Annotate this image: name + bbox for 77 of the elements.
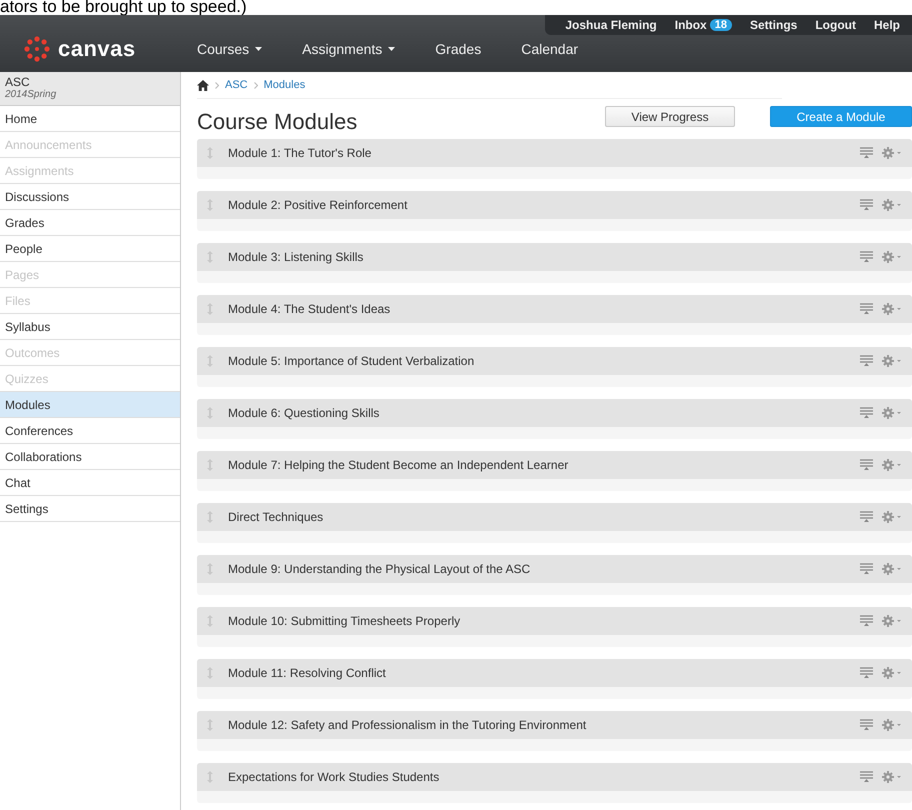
module-title[interactable]: Module 7: Helping the Student Become an Independent Learner [228, 458, 860, 472]
inbox-link[interactable]: Inbox 18 [674, 18, 732, 32]
user-name-link[interactable]: Joshua Fleming [565, 18, 657, 32]
gear-icon[interactable] [882, 511, 902, 523]
gear-icon[interactable] [882, 771, 902, 783]
module-title[interactable]: Module 2: Positive Reinforcement [228, 198, 860, 212]
lines-icon[interactable] [860, 667, 873, 679]
page-title: Course Modules [197, 109, 358, 135]
logo-text[interactable]: canvas [58, 36, 136, 62]
lines-icon[interactable] [860, 303, 873, 315]
lines-icon[interactable] [860, 251, 873, 263]
nav-menu-item[interactable]: Calendar [521, 40, 578, 56]
drag-handle-icon[interactable] [206, 355, 214, 367]
drag-handle-icon[interactable] [206, 303, 214, 315]
gear-icon[interactable] [882, 303, 902, 315]
gear-icon[interactable] [882, 459, 902, 471]
module-title[interactable]: Module 11: Resolving Conflict [228, 666, 860, 680]
caret-icon [255, 46, 262, 50]
course-term: 2014Spring [5, 89, 58, 100]
user-menu-link[interactable]: Logout [815, 18, 856, 32]
chevron-icon [254, 82, 258, 88]
gear-icon[interactable] [882, 407, 902, 419]
nav-menu-item[interactable]: Grades [435, 40, 482, 56]
lines-icon[interactable] [860, 407, 873, 419]
user-menu-link[interactable]: Help [874, 18, 900, 32]
breadcrumb-link[interactable]: ASC [225, 79, 248, 91]
module-title[interactable]: Expectations for Work Studies Students [228, 770, 860, 784]
breadcrumb-link[interactable]: Modules [264, 79, 306, 91]
view-progress-button[interactable]: View Progress [605, 106, 735, 127]
module-title[interactable]: Direct Techniques [228, 510, 860, 524]
gear-icon[interactable] [882, 563, 902, 575]
course-name[interactable]: ASC [5, 75, 175, 89]
drag-handle-icon[interactable] [206, 615, 214, 627]
module-title[interactable]: Module 10: Submitting Timesheets Properly [228, 614, 860, 628]
gear-icon[interactable] [882, 615, 902, 627]
gear-icon[interactable] [882, 147, 902, 159]
drag-handle-icon[interactable] [206, 563, 214, 575]
lines-icon[interactable] [860, 615, 873, 627]
lines-icon[interactable] [860, 511, 873, 523]
user-menu-link[interactable]: Settings [750, 18, 798, 32]
gear-icon[interactable] [882, 667, 902, 679]
module-title[interactable]: Module 3: Listening Skills [228, 250, 860, 264]
gear-icon[interactable] [882, 719, 902, 731]
drag-handle-icon[interactable] [206, 199, 214, 211]
drag-handle-icon[interactable] [206, 147, 214, 159]
module-title[interactable]: Module 12: Safety and Professionalism in the Tutoring Environment [228, 718, 860, 732]
module-title[interactable]: Module 5: Importance of Student Verbalization [228, 354, 860, 368]
lines-icon[interactable] [860, 199, 873, 211]
home-icon[interactable] [197, 80, 209, 90]
chevron-icon [215, 82, 219, 88]
lines-icon[interactable] [860, 771, 873, 783]
logo-icon [24, 36, 50, 62]
lines-icon[interactable] [860, 459, 873, 471]
caption-text: ators to be brought up to speed.) [0, 0, 248, 15]
caret-icon [388, 46, 396, 50]
drag-handle-icon[interactable] [206, 719, 214, 731]
module-title[interactable]: Module 4: The Student's Ideas [228, 302, 860, 316]
gear-icon[interactable] [882, 355, 902, 367]
drag-handle-icon[interactable] [206, 771, 214, 783]
module-title[interactable]: Module 6: Questioning Skills [228, 406, 860, 420]
drag-handle-icon[interactable] [206, 667, 214, 679]
drag-handle-icon[interactable] [206, 407, 214, 419]
gear-icon[interactable] [882, 251, 902, 263]
nav-menu-item[interactable]: Courses [197, 40, 262, 56]
drag-handle-icon[interactable] [206, 251, 214, 263]
drag-handle-icon[interactable] [206, 459, 214, 471]
lines-icon[interactable] [860, 355, 873, 367]
lines-icon[interactable] [860, 147, 873, 159]
gear-icon[interactable] [882, 199, 902, 211]
module-title[interactable]: Module 1: The Tutor's Role [228, 146, 860, 160]
module-title[interactable]: Module 9: Understanding the Physical Layout of the ASC [228, 562, 860, 576]
lines-icon[interactable] [860, 563, 873, 575]
lines-icon[interactable] [860, 719, 873, 731]
sidebar-item[interactable]: Modules [0, 392, 180, 418]
drag-handle-icon[interactable] [206, 511, 214, 523]
nav-menu-item[interactable]: Assignments [302, 40, 396, 56]
inbox-count-badge: 18 [710, 19, 732, 31]
